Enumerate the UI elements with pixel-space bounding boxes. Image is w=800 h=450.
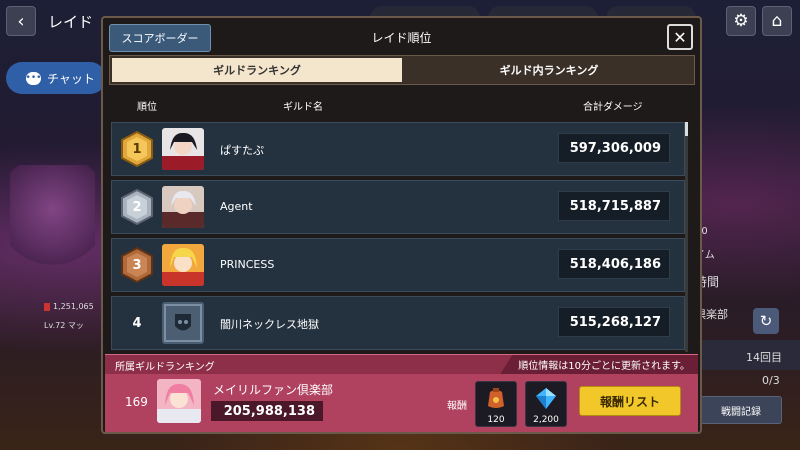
refresh-button[interactable]: ↻ (753, 308, 779, 334)
guild-name: ぱすたぷ (220, 144, 264, 157)
boss-hp-text: 1,251,065 (44, 302, 94, 311)
total-damage: 518,406,186 (558, 249, 670, 279)
total-damage: 515,268,127 (558, 307, 670, 337)
my-guild-name: メイリルファン倶楽部 (213, 383, 334, 397)
ranking-row[interactable]: 1 ぱすたぷ 597,306,009 (111, 122, 685, 176)
reward-count: 2,200 (533, 415, 559, 425)
reward-item[interactable]: 2,200 (525, 381, 567, 427)
bag-icon (488, 388, 504, 408)
tab-in-guild-ranking[interactable]: ギルド内ランキング (404, 56, 694, 84)
score-border-button[interactable]: スコアボーダー (109, 24, 211, 52)
tab-guild-ranking[interactable]: ギルドランキング (112, 58, 402, 82)
guild-name: PRINCESS (220, 258, 275, 271)
guild-emblem-avatar (162, 302, 204, 344)
guild-emblem-avatar (162, 244, 204, 286)
total-damage: 597,306,009 (558, 133, 670, 163)
close-icon: ✕ (673, 27, 687, 47)
battle-log-button[interactable]: 戦闘記録 (700, 396, 782, 424)
chat-label: チャット (47, 71, 95, 86)
back-button[interactable]: ‹ (6, 6, 36, 36)
rank-number: 2 (132, 199, 142, 215)
my-guild-header: 所属ギルドランキング 順位情報は10分ごとに更新されます。 (105, 355, 698, 374)
guild-emblem-avatar (162, 186, 204, 228)
raid-ranking-dialog: レイド順位 スコアボーダー ✕ ギルドランキング ギルド内ランキング 順位 ギル… (101, 16, 702, 434)
home-icon: ⌂ (771, 11, 783, 31)
chat-bubble-icon: ••• (25, 71, 42, 85)
ranking-row[interactable]: 4 闇川ネックレス地獄 515,268,127 (111, 296, 685, 350)
guild-name: 闇川ネックレス地獄 (220, 318, 319, 331)
reward-list-button[interactable]: 報酬リスト (579, 386, 681, 416)
guild-emblem-avatar (162, 128, 204, 170)
boss-sprite (10, 165, 95, 275)
my-guild-ranking-panel: 所属ギルドランキング 順位情報は10分ごとに更新されます。 169 メイリルファ… (105, 354, 698, 432)
ticket-count: 0/3 (762, 374, 780, 387)
reward-item[interactable]: 120 (475, 381, 517, 427)
column-rank: 順位 (137, 102, 157, 113)
scrollbar-thumb[interactable] (685, 122, 688, 136)
rank-number: 1 (132, 141, 142, 157)
ranking-row[interactable]: 3 PRINCESS 518,406,186 (111, 238, 685, 292)
reward-count: 120 (487, 415, 505, 425)
total-damage: 518,715,887 (558, 191, 670, 221)
guild-name: Agent (220, 200, 253, 213)
refresh-icon: ↻ (759, 312, 773, 330)
list-scrollbar[interactable] (685, 122, 688, 352)
update-notice: 順位情報は10分ごとに更新されます。 (500, 355, 698, 374)
my-guild-rank: 169 (125, 395, 148, 409)
attempt-count: 14回目 (746, 351, 782, 364)
boss-level-text: Lv.72 マッ (44, 321, 84, 330)
gold-medal-icon: 1 (120, 130, 154, 168)
settings-button[interactable]: ⚙ (726, 6, 756, 36)
diamond-icon (536, 388, 556, 409)
column-guild-name: ギルド名 (283, 102, 323, 113)
home-button[interactable]: ⌂ (762, 6, 792, 36)
hp-icon (44, 302, 50, 311)
rank-number: 4 (132, 315, 142, 331)
chat-button[interactable]: ••• チャット (6, 62, 106, 94)
bronze-medal-icon: 3 (120, 246, 154, 284)
my-guild-avatar (157, 379, 201, 423)
gear-icon: ⚙ (733, 11, 749, 31)
reward-label: 報酬 (447, 401, 467, 412)
chevron-left-icon: ‹ (17, 10, 25, 32)
ranking-list[interactable]: 1 ぱすたぷ 597,306,009 2 Agent 518,715,887 3… (109, 118, 695, 354)
rank-plain: 4 (120, 305, 154, 341)
close-button[interactable]: ✕ (667, 24, 693, 50)
ranking-tabs: ギルドランキング ギルド内ランキング (109, 55, 695, 85)
silver-medal-icon: 2 (120, 188, 154, 226)
my-guild-damage: 205,988,138 (211, 401, 323, 421)
rank-number: 3 (132, 257, 142, 273)
ranking-row[interactable]: 2 Agent 518,715,887 (111, 180, 685, 234)
my-guild-section-label: 所属ギルドランキング (115, 362, 215, 373)
bg-panel (690, 340, 800, 370)
column-total-damage: 合計ダメージ (583, 102, 643, 113)
screen-title: レイド (48, 13, 94, 31)
